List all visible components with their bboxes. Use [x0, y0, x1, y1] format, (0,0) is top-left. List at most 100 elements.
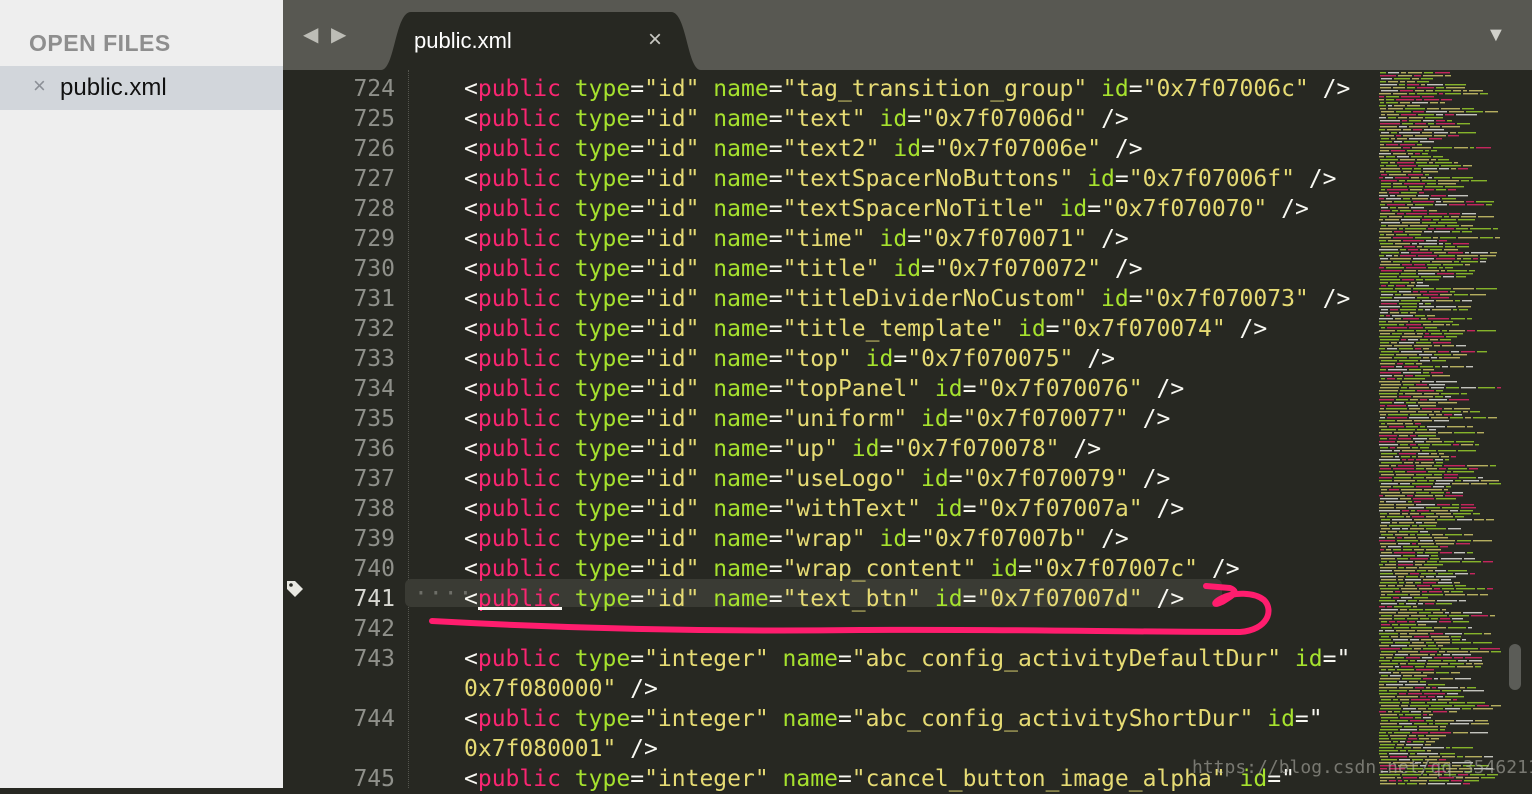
minimap-stroke — [1438, 180, 1459, 182]
minimap-stroke — [1418, 273, 1435, 275]
code-line[interactable]: <public type="id" name="withText" id="0x… — [464, 494, 1184, 524]
minimap-stroke — [1426, 720, 1433, 722]
minimap-stroke — [1388, 711, 1392, 713]
minimap-stroke — [1380, 723, 1397, 725]
minimap-stroke — [1443, 264, 1463, 266]
code-line[interactable]: <public type="id" name="useLogo" id="0x7… — [464, 464, 1170, 494]
code-token: name — [699, 496, 769, 522]
minimap-stroke — [1419, 612, 1431, 614]
minimap-stroke — [1379, 633, 1398, 635]
vertical-scrollbar[interactable] — [1509, 644, 1521, 690]
code-token: "0x7f070077" — [962, 406, 1129, 432]
code-line[interactable]: <public type="id" name="top" id="0x7f070… — [464, 344, 1115, 374]
minimap-stroke — [1454, 705, 1475, 707]
minimap-stroke — [1381, 351, 1399, 353]
minimap-stroke — [1426, 642, 1434, 644]
tab-close-icon[interactable]: × — [648, 26, 662, 54]
code-line[interactable]: <public type="id" name="text2" id="0x7f0… — [464, 134, 1143, 164]
minimap-stroke — [1380, 372, 1401, 374]
code-token: "0x7f07007a" — [976, 496, 1143, 522]
minimap-stroke — [1463, 411, 1468, 413]
back-arrow-icon[interactable]: ◀ — [303, 22, 318, 47]
minimap-stroke — [1442, 588, 1454, 590]
code-line[interactable]: <public type="id" name="topPanel" id="0x… — [464, 374, 1184, 404]
minimap-stroke — [1441, 270, 1445, 272]
minimap-stroke — [1407, 618, 1418, 620]
minimap-stroke — [1418, 735, 1424, 737]
minimap-stroke — [1391, 138, 1395, 140]
minimap-stroke — [1425, 150, 1429, 152]
minimap-stroke — [1412, 483, 1433, 485]
minimap-stroke — [1452, 324, 1459, 326]
minimap-stroke — [1427, 84, 1443, 86]
forward-arrow-icon[interactable]: ▶ — [331, 22, 346, 47]
minimap-stroke — [1448, 528, 1461, 530]
code-line-wrapped[interactable]: 0x7f080001" /> — [464, 734, 658, 764]
minimap-stroke — [1450, 723, 1469, 725]
code-token: < — [464, 706, 478, 732]
minimap-stroke — [1434, 132, 1448, 134]
tab-public-xml[interactable]: public.xml × — [381, 12, 701, 70]
minimap-stroke — [1404, 270, 1416, 272]
tab-menu-chevron-down-icon[interactable]: ▼ — [1486, 24, 1506, 47]
code-line-wrapped[interactable]: 0x7f080000" /> — [464, 674, 658, 704]
minimap-stroke — [1425, 117, 1443, 119]
minimap-stroke — [1444, 249, 1458, 251]
minimap-stroke — [1420, 447, 1429, 449]
code-token: = — [907, 526, 922, 552]
minimap-stroke — [1477, 705, 1489, 707]
minimap-stroke — [1380, 126, 1397, 128]
code-token: name — [699, 106, 769, 132]
code-line[interactable]: <public type="id" name="text_btn" id="0x… — [464, 584, 1184, 614]
minimap-stroke — [1379, 510, 1400, 512]
code-line[interactable]: <public type="id" name="time" id="0x7f07… — [464, 224, 1129, 254]
code-line[interactable]: <public type="id" name="up" id="0x7f0700… — [464, 434, 1101, 464]
minimap-stroke — [1380, 744, 1395, 746]
minimap-stroke — [1425, 552, 1438, 554]
minimap-stroke — [1406, 267, 1426, 269]
minimap-stroke — [1381, 327, 1385, 329]
code-token: id — [1004, 316, 1046, 342]
minimap-stroke — [1414, 264, 1425, 266]
code-token: "0x7f070076" — [976, 376, 1143, 402]
code-line[interactable]: <public type="id" name="wrap_content" id… — [464, 554, 1240, 584]
code-line[interactable]: <public type="id" name="title_template" … — [464, 314, 1267, 344]
code-line[interactable]: <public type="id" name="text" id="0x7f07… — [464, 104, 1129, 134]
code-token: = — [630, 466, 645, 492]
minimap-stroke — [1428, 615, 1447, 617]
open-files-header: OPEN FILES — [29, 30, 171, 56]
minimap-stroke — [1434, 252, 1446, 254]
minimap-stroke — [1412, 543, 1416, 545]
code-line[interactable]: <public type="integer" name="abc_config_… — [464, 644, 1350, 674]
minimap-stroke — [1466, 111, 1483, 113]
minimap-stroke — [1415, 666, 1424, 668]
code-line[interactable]: <public type="id" name="textSpacerNoTitl… — [464, 194, 1309, 224]
minimap-stroke — [1435, 723, 1448, 725]
code-line[interactable]: <public type="id" name="tag_transition_g… — [464, 74, 1350, 104]
minimap-stroke — [1439, 93, 1443, 95]
minimap-stroke — [1463, 612, 1482, 614]
code-line[interactable]: <public type="id" name="textSpacerNoButt… — [464, 164, 1336, 194]
minimap-stroke — [1412, 642, 1424, 644]
code-line[interactable]: <public type="id" name="wrap" id="0x7f07… — [464, 524, 1129, 554]
code-line[interactable]: <public type="id" name="title" id="0x7f0… — [464, 254, 1143, 284]
code-line[interactable]: <public type="integer" name="cancel_butt… — [464, 764, 1295, 794]
minimap-stroke — [1394, 450, 1400, 452]
code-editor[interactable]: <public type="id" name="tag_transition_g… — [0, 70, 1375, 792]
minimap-stroke — [1403, 555, 1415, 557]
code-line[interactable]: <public type="id" name="titleDividerNoCu… — [464, 284, 1350, 314]
minimap-stroke — [1416, 504, 1435, 506]
code-line[interactable]: <public type="id" name="uniform" id="0x7… — [464, 404, 1170, 434]
minimap-stroke — [1446, 387, 1459, 389]
code-token: /> — [1101, 136, 1143, 162]
code-line[interactable]: <public type="integer" name="abc_config_… — [464, 704, 1323, 734]
minimap[interactable] — [1375, 70, 1505, 788]
minimap-stroke — [1402, 648, 1412, 650]
minimap-stroke — [1444, 474, 1458, 476]
minimap-stroke — [1401, 252, 1409, 254]
minimap-stroke — [1380, 531, 1386, 533]
minimap-stroke — [1439, 561, 1460, 563]
minimap-stroke — [1477, 432, 1484, 434]
minimap-stroke — [1380, 573, 1393, 575]
minimap-stroke — [1431, 618, 1438, 620]
